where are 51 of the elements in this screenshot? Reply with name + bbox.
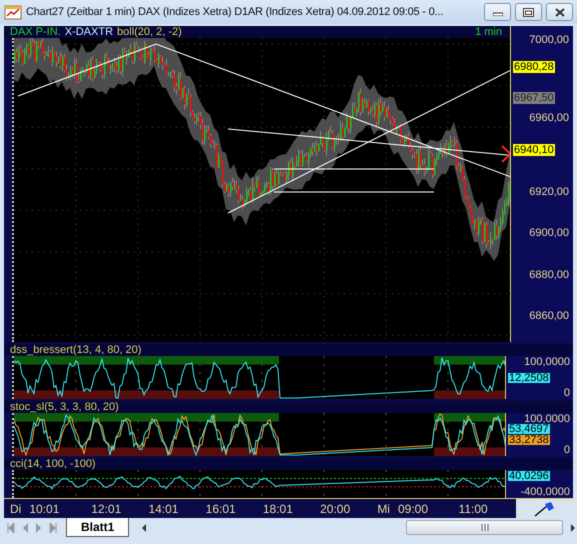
price-label: 7000,00 (529, 34, 569, 46)
price-label: 6860,00 (529, 310, 569, 322)
time-label: 09:00 (398, 502, 428, 516)
price-marker: 6967,50 (513, 92, 555, 104)
price-label: 6920,00 (529, 186, 569, 198)
indicator-value: 12,2508 (508, 372, 550, 382)
axis-label: 100,0000 (524, 414, 570, 424)
chart-header-label: DAX P-IN. (10, 26, 61, 38)
scrollbar-thumb[interactable] (406, 520, 563, 535)
time-label: 11:00 (458, 502, 488, 516)
time-label: 16:01 (206, 502, 236, 516)
close-icon (554, 8, 564, 16)
indicator-title: stoc_sl(5, 3, 3, 80, 20) (10, 401, 119, 413)
sheet-tab[interactable]: Blatt1 (66, 518, 130, 537)
day-label: Di (10, 502, 22, 516)
window-title: Chart27 (Zeitbar 1 min) DAX (Indizes Xetra) D1AR (Indizes Xetra) 04.09.2012 09:05 - 0... (26, 6, 444, 18)
time-label: 12:01 (91, 502, 122, 516)
time-label: 10:01 (29, 502, 60, 516)
price-marker: 6940,10 (513, 144, 555, 156)
price-label: 6900,00 (529, 227, 569, 240)
indicator-value: 53,4697 (508, 424, 550, 434)
price-marker: 6980,28 (513, 60, 555, 73)
axis-label: -400,0000 (519, 487, 570, 497)
grip-icon (480, 524, 488, 531)
chart-header-label: boll(20, 2, -2) (117, 26, 182, 38)
time-label: 20:00 (320, 502, 350, 516)
chart-icon (4, 4, 22, 20)
maximize-icon (523, 8, 534, 16)
chart-header-label: X-DAXTR (64, 26, 114, 38)
scroll-left-icon[interactable] (141, 524, 148, 532)
minimize-button[interactable] (484, 3, 511, 21)
price-label: 6880,00 (529, 268, 569, 281)
time-label: 14:01 (148, 502, 178, 516)
indicator-title: dss_bressert(13, 4, 80, 20) (10, 344, 142, 356)
axis-label: 100,0000 (523, 357, 570, 367)
indicator-title: cci(14, 100, -100) (10, 458, 96, 470)
left-arrow-icon (21, 522, 29, 532)
axis-label: 0 (562, 444, 570, 455)
right-arrow-icon (35, 522, 43, 532)
maximize-button[interactable] (515, 3, 542, 21)
pen-icon (533, 500, 556, 516)
price-label: 6960,00 (529, 112, 569, 124)
indicator-value: 40,0296 (508, 471, 550, 481)
time-label: 18:01 (262, 502, 293, 516)
axis-label: 0 (562, 388, 570, 398)
indicator-value: 33,2738 (508, 434, 550, 445)
interval-label: 1 min (475, 26, 502, 38)
left-arrow-icon (7, 522, 15, 532)
day-label: Mi (377, 502, 390, 516)
close-button[interactable] (546, 3, 573, 21)
right-arrow-icon (49, 522, 57, 532)
